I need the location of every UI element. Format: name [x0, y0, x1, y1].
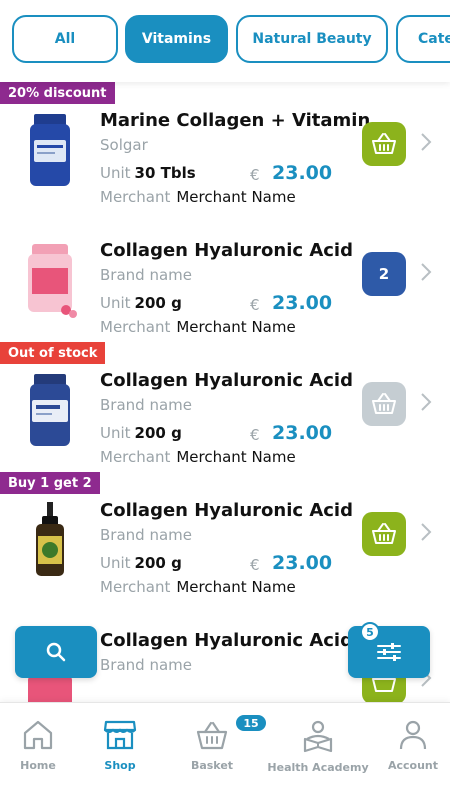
shop-icon [103, 720, 137, 750]
nav-shop[interactable]: Shop [98, 703, 142, 800]
product-image [30, 114, 70, 186]
nav-account-label: Account [387, 759, 439, 772]
out-of-stock-badge: Out of stock [0, 342, 106, 364]
product-unit: Unit 200 g [100, 554, 182, 572]
product-image [36, 502, 64, 576]
product-brand: Brand name [100, 526, 192, 544]
nav-account[interactable]: Account [387, 703, 439, 800]
currency-symbol: € [250, 426, 260, 444]
filter-chip-categories[interactable]: Categ [396, 15, 450, 63]
product-name: Collagen Hyaluronic Acid [100, 240, 353, 261]
product-merchant: Merchant Merchant Name [100, 188, 296, 206]
filter-button[interactable]: 5 [348, 622, 430, 678]
discount-badge: 20% discount [0, 82, 115, 104]
chevron-right-icon[interactable] [420, 522, 432, 542]
product-row[interactable]: 20% discount Marine Collagen + Vitamin S… [0, 82, 450, 212]
product-row[interactable]: Collagen Hyaluronic Acid Brand name Unit… [0, 212, 450, 342]
nav-health-academy-label: Health Academy [267, 761, 369, 774]
add-to-basket-button-disabled[interactable] [362, 382, 406, 426]
product-name: Marine Collagen + Vitamin [100, 110, 371, 131]
currency-symbol: € [250, 296, 260, 314]
filter-count-badge: 5 [360, 622, 380, 642]
product-name: Collagen Hyaluronic Acid [100, 630, 353, 651]
nav-home[interactable]: Home [16, 703, 60, 800]
product-merchant: Merchant Merchant Name [100, 578, 296, 596]
nav-basket-label: Basket [190, 759, 234, 772]
product-row[interactable]: Buy 1 get 2 Collagen Hyaluronic Acid Bra… [0, 472, 450, 602]
currency-symbol: € [250, 166, 260, 184]
basket-icon [372, 523, 396, 544]
nav-basket[interactable]: Basket [190, 703, 234, 800]
product-image [28, 244, 77, 318]
sliders-icon [377, 643, 401, 661]
product-unit: Unit 200 g [100, 424, 182, 442]
filter-chip-vitamins[interactable]: Vitamins [125, 15, 228, 63]
search-icon [46, 642, 66, 662]
bottom-navigation: Home Shop Basket 15 Health Academy Accou… [0, 702, 450, 800]
product-brand: Brand name [100, 656, 192, 674]
add-to-basket-button[interactable] [362, 512, 406, 556]
basket-icon [372, 393, 396, 414]
user-icon [399, 720, 427, 750]
basket-quantity-button[interactable]: 2 [362, 252, 406, 296]
basket-icon [196, 721, 228, 750]
product-price: 23.00 [272, 162, 333, 184]
product-image [30, 374, 70, 446]
chevron-right-icon[interactable] [420, 132, 432, 152]
product-brand: Solgar [100, 136, 148, 154]
chevron-right-icon[interactable] [420, 392, 432, 412]
nav-shop-label: Shop [104, 759, 136, 772]
add-to-basket-button[interactable] [362, 122, 406, 166]
product-name: Collagen Hyaluronic Acid [100, 500, 353, 521]
product-brand: Brand name [100, 266, 192, 284]
chevron-right-icon[interactable] [420, 262, 432, 282]
nav-health-academy[interactable]: Health Academy [267, 703, 369, 800]
filter-chip-natural-beauty[interactable]: Natural Beauty [236, 15, 388, 63]
search-button[interactable] [15, 626, 97, 678]
product-brand: Brand name [100, 396, 192, 414]
home-icon [23, 720, 53, 750]
product-merchant: Merchant Merchant Name [100, 318, 296, 336]
product-name: Collagen Hyaluronic Acid [100, 370, 353, 391]
product-price: 23.00 [272, 422, 333, 444]
product-row[interactable]: Out of stock Collagen Hyaluronic Acid Br… [0, 342, 450, 472]
product-price: 23.00 [272, 552, 333, 574]
currency-symbol: € [250, 556, 260, 574]
promo-badge: Buy 1 get 2 [0, 472, 100, 494]
product-unit: Unit 200 g [100, 294, 182, 312]
product-price: 23.00 [272, 292, 333, 314]
product-merchant: Merchant Merchant Name [100, 448, 296, 466]
nav-home-label: Home [20, 759, 56, 772]
basket-icon [372, 133, 396, 154]
category-filter-bar: All Vitamins Natural Beauty Categ [0, 0, 450, 82]
filter-chip-all[interactable]: All [12, 15, 118, 63]
academy-icon [303, 720, 333, 753]
product-unit: Unit 30 Tbls [100, 164, 196, 182]
basket-count-badge: 15 [236, 715, 266, 731]
